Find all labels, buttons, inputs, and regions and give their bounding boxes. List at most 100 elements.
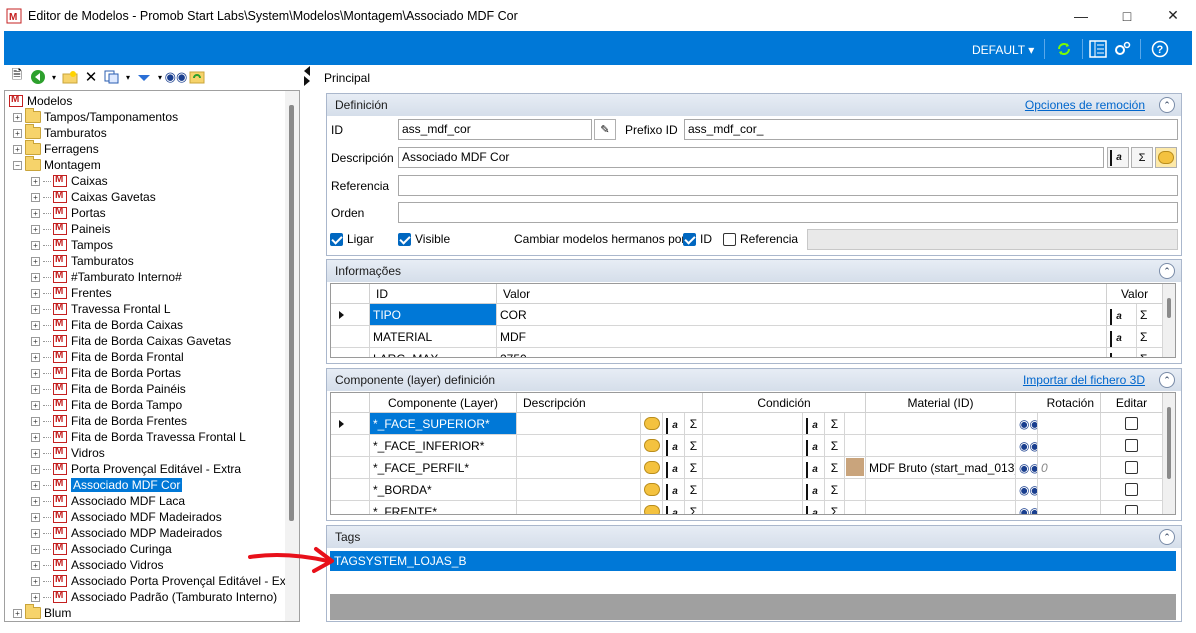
row-header[interactable] bbox=[331, 413, 370, 435]
comment-icon[interactable] bbox=[644, 439, 660, 452]
sigma-icon[interactable]: Σ bbox=[1137, 326, 1163, 348]
editar-cell[interactable] bbox=[1101, 413, 1163, 435]
formula-icon[interactable]: a bbox=[1107, 348, 1137, 357]
row-header[interactable] bbox=[331, 457, 370, 479]
search-icon[interactable]: ◉◉ bbox=[1016, 413, 1038, 435]
info-id-cell[interactable]: TIPO bbox=[370, 304, 497, 326]
formula-icon[interactable]: a bbox=[806, 440, 822, 456]
info-id-cell[interactable]: LARG_MAX bbox=[370, 348, 497, 357]
search-icon[interactable]: ◉◉ bbox=[1019, 439, 1037, 453]
tree-model-item[interactable]: + Paineis bbox=[31, 221, 110, 237]
col-valor[interactable]: Valor bbox=[497, 284, 1107, 304]
tree-model-item[interactable]: + Fita de Borda Caixas bbox=[31, 317, 183, 333]
comment-icon[interactable] bbox=[641, 501, 663, 514]
formula-icon[interactable]: a bbox=[806, 462, 822, 478]
expand-toggle-icon[interactable]: + bbox=[31, 528, 40, 538]
descripcion-cell[interactable] bbox=[517, 413, 641, 435]
formula-icon[interactable]: a bbox=[803, 413, 825, 435]
layer-cell[interactable]: *_FACE_INFERIOR* bbox=[370, 435, 517, 457]
tab-principal[interactable]: Principal bbox=[324, 71, 370, 85]
expand-toggle-icon[interactable]: + bbox=[31, 384, 40, 394]
material-cell[interactable]: MDF Bruto (start_mad_013) bbox=[866, 457, 1016, 479]
description-field[interactable]: Associado MDF Cor bbox=[398, 147, 1104, 168]
layer-cell[interactable]: *_BORDA* bbox=[370, 479, 517, 501]
componente-scrollbar[interactable] bbox=[1163, 393, 1175, 514]
informacoes-scroll-thumb[interactable] bbox=[1167, 298, 1171, 318]
info-id-cell[interactable]: MATERIAL bbox=[370, 326, 497, 348]
collapse-icon[interactable]: ⌃ bbox=[1159, 529, 1175, 545]
condicion-cell[interactable] bbox=[703, 479, 803, 501]
comment-icon[interactable] bbox=[1155, 147, 1177, 168]
tree-model-item[interactable]: + Caixas bbox=[31, 173, 108, 189]
tree-folder[interactable]: + Ferragens bbox=[13, 140, 99, 157]
chevron-down-icon[interactable]: ▾ bbox=[124, 68, 132, 86]
condicion-cell[interactable] bbox=[703, 501, 803, 514]
expand-toggle-icon[interactable]: + bbox=[13, 128, 22, 138]
expand-toggle-icon[interactable]: + bbox=[31, 416, 40, 426]
panel-layout-icon[interactable] bbox=[1088, 39, 1108, 59]
formula-icon[interactable]: a bbox=[1110, 309, 1126, 325]
sigma-icon[interactable]: Σ bbox=[1131, 147, 1153, 168]
search-icon[interactable]: ◉◉ bbox=[1016, 457, 1038, 479]
ligar-checkbox[interactable] bbox=[330, 233, 343, 246]
comment-icon[interactable] bbox=[644, 483, 660, 496]
formula-icon[interactable]: a bbox=[1107, 147, 1129, 168]
tree-folder[interactable]: + Tampos/Tamponamentos bbox=[13, 108, 178, 125]
expand-toggle-icon[interactable]: + bbox=[31, 240, 40, 250]
collapse-icon[interactable]: ⌃ bbox=[1159, 97, 1175, 113]
order-field[interactable] bbox=[398, 202, 1178, 223]
new-folder-icon[interactable] bbox=[61, 68, 79, 86]
tree-scroll-thumb[interactable] bbox=[289, 105, 294, 521]
tree-folder[interactable]: + Blum bbox=[13, 604, 71, 621]
descripcion-cell[interactable] bbox=[517, 501, 641, 514]
tree-model-item[interactable]: + Tamburatos bbox=[31, 253, 134, 269]
expand-toggle-icon[interactable]: + bbox=[31, 192, 40, 202]
formula-icon[interactable]: a bbox=[803, 479, 825, 501]
tree-model-item[interactable]: + Porta Provençal Editável - Extra bbox=[31, 461, 241, 477]
formula-icon[interactable]: a bbox=[666, 418, 682, 434]
col-id[interactable]: ID bbox=[370, 284, 497, 304]
sigma-icon[interactable]: Σ bbox=[1137, 304, 1163, 326]
editar-cell[interactable] bbox=[1101, 457, 1163, 479]
panel-splitter[interactable] bbox=[302, 66, 314, 622]
tree-model-item[interactable]: + Travessa Frontal L bbox=[31, 301, 171, 317]
chevron-down-icon[interactable]: ▾ bbox=[156, 68, 164, 86]
material-cell[interactable] bbox=[866, 413, 1016, 435]
expand-toggle-icon[interactable]: + bbox=[31, 544, 40, 554]
col-material[interactable]: Material (ID) bbox=[866, 393, 1016, 413]
tree-model-item[interactable]: + Associado MDF Cor bbox=[31, 477, 183, 493]
id-field[interactable]: ass_mdf_cor bbox=[398, 119, 592, 140]
componente-scroll-thumb[interactable] bbox=[1167, 407, 1171, 479]
tree-model-item[interactable]: + Vidros bbox=[31, 445, 105, 461]
comment-icon[interactable] bbox=[644, 417, 660, 430]
chevron-down-icon[interactable]: ▾ bbox=[50, 68, 58, 86]
search-icon[interactable]: ◉◉ bbox=[1016, 435, 1038, 457]
tree-model-item[interactable]: + Associado MDF Laca bbox=[31, 493, 185, 509]
col-editar[interactable]: Editar bbox=[1101, 393, 1163, 413]
formula-icon[interactable]: a bbox=[663, 435, 685, 457]
layer-cell[interactable]: *_FACE_SUPERIOR* bbox=[370, 413, 517, 435]
formula-icon[interactable]: a bbox=[663, 457, 685, 479]
tree-model-item[interactable]: + Fita de Borda Painéis bbox=[31, 381, 186, 397]
copy-icon[interactable] bbox=[103, 68, 121, 86]
tree-model-item[interactable]: + Fita de Borda Travessa Frontal L bbox=[31, 429, 246, 445]
comment-icon[interactable] bbox=[641, 435, 663, 457]
formula-icon[interactable]: a bbox=[803, 501, 825, 514]
sigma-icon[interactable]: Σ bbox=[825, 501, 845, 514]
layer-cell[interactable]: *_FACE_PERFIL* bbox=[370, 457, 517, 479]
expand-toggle-icon[interactable]: + bbox=[31, 336, 40, 346]
tree-model-item[interactable]: + Frentes bbox=[31, 285, 112, 301]
rotacion-cell[interactable]: 0 bbox=[1038, 457, 1101, 479]
row-header[interactable] bbox=[331, 348, 370, 357]
search-icon[interactable]: ◉◉ bbox=[1016, 501, 1038, 514]
sigma-icon[interactable]: Σ bbox=[685, 479, 703, 501]
search-icon[interactable]: ◉◉ bbox=[1019, 483, 1037, 497]
back-icon[interactable] bbox=[29, 68, 47, 86]
expand-toggle-icon[interactable]: + bbox=[31, 432, 40, 442]
sigma-icon[interactable]: Σ bbox=[825, 479, 845, 501]
tree-model-item[interactable]: + Fita de Borda Caixas Gavetas bbox=[31, 333, 231, 349]
sigma-icon[interactable]: Σ bbox=[825, 413, 845, 435]
expand-toggle-icon[interactable]: + bbox=[31, 592, 40, 602]
editar-checkbox[interactable] bbox=[1125, 439, 1138, 452]
tree-model-item[interactable]: + Tampos bbox=[31, 237, 113, 253]
